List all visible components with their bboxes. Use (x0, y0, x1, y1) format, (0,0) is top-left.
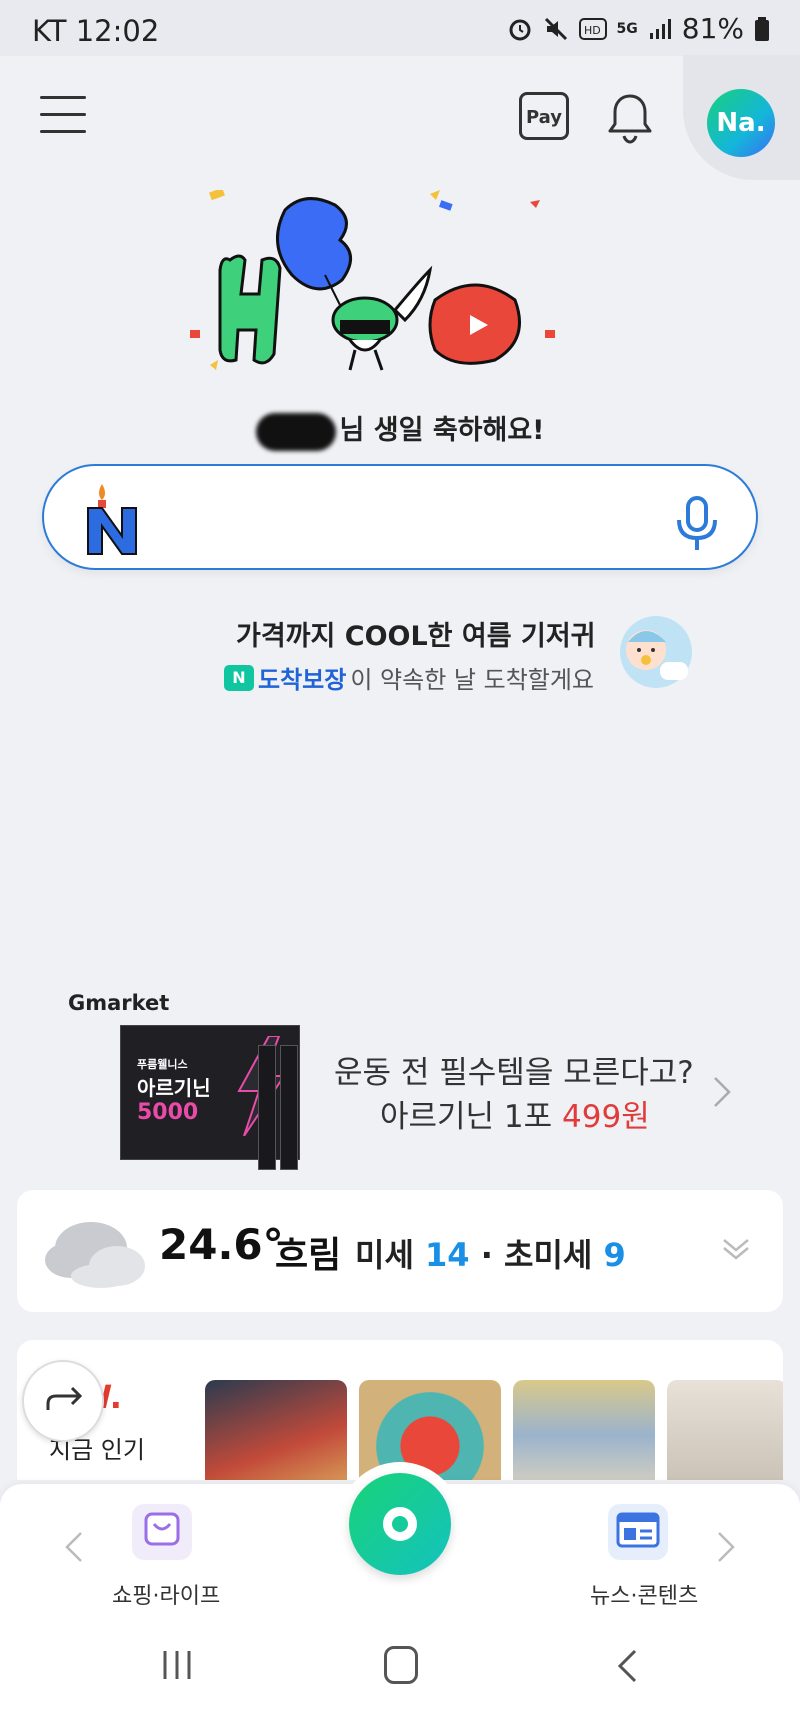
alarm-icon (509, 19, 531, 40)
status-left: KT 12:02 (32, 14, 159, 48)
chevron-right-icon[interactable] (712, 1075, 732, 1109)
naver-candle-logo-icon (87, 484, 137, 555)
green-dot-icon (383, 1507, 417, 1541)
promo-subtitle: N 도착보장 이 약속한 날 도착할게요 (224, 660, 594, 695)
shopping-bag-icon[interactable] (132, 1504, 192, 1560)
menu-button[interactable] (40, 96, 86, 136)
chevron-left-icon[interactable] (64, 1530, 84, 1564)
gmarket-logo: Gmarket (68, 991, 169, 1015)
promo-brand: 도착보장 (258, 666, 347, 694)
product-stick-image (280, 1045, 298, 1170)
weather-condition: 흐림 (275, 1235, 342, 1276)
video-thumbnail[interactable] (513, 1380, 655, 1480)
now-popular-section: W. 지금 인기 (17, 1340, 783, 1480)
product-amount: 5000 (137, 1100, 199, 1125)
baby-icon (620, 616, 692, 688)
fine-dust-value: 14 (425, 1236, 470, 1274)
pay-button[interactable]: Pay (519, 92, 569, 140)
home-button-icon[interactable] (384, 1646, 418, 1684)
news-icon[interactable] (608, 1504, 668, 1560)
profile-avatar[interactable]: Na. (707, 89, 775, 157)
birthday-illustration (190, 190, 555, 371)
battery-icon (755, 16, 769, 41)
network-type: 5G (616, 20, 638, 37)
gmarket-logo-text: Gmarket (68, 991, 170, 1015)
carrier-text: KT (32, 14, 67, 48)
svg-text:HD: HD (584, 24, 601, 37)
product-name: 아르기닌 (137, 1076, 211, 1100)
recent-apps-icon[interactable] (160, 1648, 194, 1682)
system-navigation-bar (0, 1614, 800, 1716)
menu-line (40, 113, 86, 116)
voice-search-mic-icon[interactable] (672, 496, 722, 552)
promo-sub-text: 이 약속한 날 도착할게요 (350, 666, 595, 694)
temperature: 24.6° (159, 1220, 284, 1269)
status-bar: KT 12:02 HD 5G 81% (0, 0, 800, 56)
gmarket-ad-banner[interactable]: Gmarket 푸름웰니스 아르기닌 5000 운동 전 필수템을 모른다고? … (0, 985, 800, 1175)
delivery-badge-icon: N (224, 664, 254, 691)
product-brand: 푸름웰니스 (137, 1058, 188, 1071)
birthday-message: 님 생일 축하해요! (0, 408, 800, 451)
product-stick-image (258, 1045, 276, 1170)
menu-line (40, 130, 86, 133)
news-content-label[interactable]: 뉴스·콘텐츠 (590, 1578, 698, 1610)
profile-initials: Na. (716, 108, 766, 138)
green-dot-button[interactable] (349, 1473, 451, 1575)
ultra-fine-dust-value: 9 (603, 1236, 626, 1274)
ultra-fine-dust-label: 초미세 (504, 1236, 593, 1274)
blurred-username (255, 412, 336, 451)
share-button[interactable] (22, 1360, 104, 1442)
cloudy-weather-icon (45, 1222, 145, 1288)
dust-separator: · (469, 1236, 504, 1274)
expand-chevron-icon[interactable] (721, 1234, 751, 1264)
shopping-life-label[interactable]: 쇼핑·라이프 (112, 1578, 220, 1610)
mute-icon (544, 17, 567, 40)
fine-dust-label: 미세 (355, 1236, 414, 1274)
pay-label: Pay (525, 107, 563, 128)
chevron-right-icon[interactable] (716, 1530, 736, 1564)
ad-headline: 운동 전 필수템을 모른다고? (334, 1055, 694, 1091)
redo-arrow-icon (46, 1386, 83, 1410)
ad-price-line: 아르기닌 1포 499원 (380, 1091, 650, 1136)
weather-card[interactable]: 24.6° 흐림 미세 14 · 초미세 9 (17, 1190, 783, 1312)
back-arrow-icon[interactable] (616, 1648, 638, 1684)
notification-bell-icon[interactable] (606, 92, 654, 144)
ad-price: 499원 (562, 1099, 650, 1135)
birthday-text: 님 생일 축하해요! (339, 415, 545, 446)
ad-price-prefix: 아르기닌 1포 (380, 1099, 563, 1135)
promo-title: 가격까지 COOL한 여름 기저귀 (236, 621, 596, 652)
dust-levels: 미세 14 · 초미세 9 (355, 1230, 626, 1276)
hd-icon: HD (578, 17, 607, 40)
status-right: HD 5G 81% (507, 12, 770, 45)
video-thumbnail[interactable] (205, 1380, 347, 1480)
clock-text: 12:02 (75, 14, 160, 48)
search-bar[interactable] (42, 464, 758, 570)
battery-text: 81% (681, 12, 744, 45)
menu-line (40, 96, 86, 99)
video-thumbnail[interactable] (667, 1380, 783, 1480)
signal-icon (649, 18, 671, 39)
